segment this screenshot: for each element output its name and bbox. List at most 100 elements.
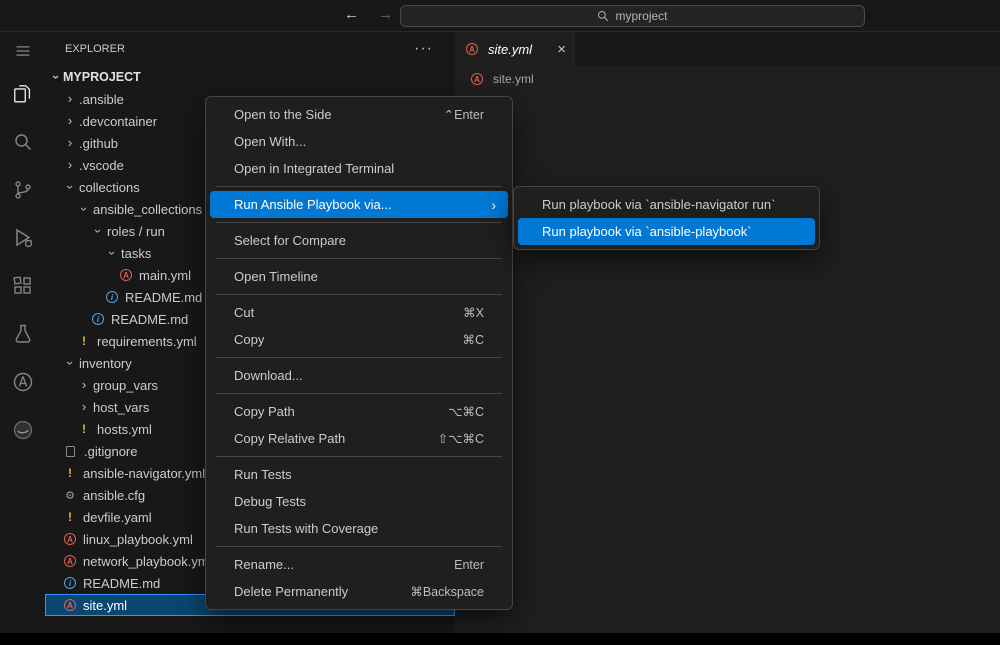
warning-file-icon: !	[77, 334, 91, 348]
ansible-file-icon: A	[120, 269, 132, 281]
info-file-icon: i	[106, 291, 118, 303]
menu-item-open-with[interactable]: Open With...	[210, 128, 508, 155]
tree-item-label: devfile.yaml	[83, 510, 152, 525]
chevron-down-icon: ›	[63, 180, 77, 194]
chevron-right-icon: ›	[77, 378, 91, 392]
menu-item-copy-path[interactable]: Copy Path⌥⌘C	[210, 398, 508, 425]
chevron-right-icon: ›	[63, 136, 77, 150]
tree-item-label: ansible_collections	[93, 202, 202, 217]
menu-item-run-tests-with-coverage[interactable]: Run Tests with Coverage	[210, 515, 508, 542]
activity-search-icon[interactable]	[0, 118, 45, 166]
tab-site-yml[interactable]: A site.yml ×	[455, 32, 575, 66]
tab-label: site.yml	[488, 42, 552, 57]
chevron-down-icon: ›	[49, 70, 63, 84]
menu-item-rename[interactable]: Rename...Enter	[210, 551, 508, 578]
breadcrumb: A site.yml	[455, 66, 1000, 92]
tree-item-label: .github	[79, 136, 118, 151]
menu-item-shortcut: ⌃Enter	[444, 107, 496, 122]
chevron-down-icon: ›	[105, 246, 119, 260]
tree-item-label: hosts.yml	[97, 422, 152, 437]
activity-extensions-icon[interactable]	[0, 262, 45, 310]
menu-item-label: Run Tests	[234, 467, 496, 482]
submenu-item-run-playbook-via-ansible-navigator-run[interactable]: Run playbook via `ansible-navigator run`	[518, 191, 815, 218]
activity-redhat-icon[interactable]	[0, 406, 45, 454]
menu-item-shortcut: ⇧⌥⌘C	[438, 431, 496, 446]
tree-item-label: README.md	[125, 290, 202, 305]
chevron-right-icon: ›	[63, 114, 77, 128]
tree-root-myproject[interactable]: › MYPROJECT	[45, 66, 455, 88]
menu-item-download[interactable]: Download...	[210, 362, 508, 389]
menu-separator	[216, 186, 502, 187]
menu-item-label: Delete Permanently	[234, 584, 410, 599]
menu-separator	[216, 222, 502, 223]
chevron-down-icon: ›	[63, 356, 77, 370]
menu-item-label: Run Ansible Playbook via...	[234, 197, 491, 212]
command-center-search[interactable]: myproject	[400, 5, 865, 27]
menu-item-debug-tests[interactable]: Debug Tests	[210, 488, 508, 515]
back-icon[interactable]: ←	[344, 6, 359, 23]
sidebar-header: EXPLORER ···	[45, 32, 455, 66]
tree-item-label: network_playbook.yml	[83, 554, 212, 569]
close-icon[interactable]: ×	[557, 41, 566, 58]
tree-item-label: inventory	[79, 356, 132, 371]
tree-item-label: ansible.cfg	[83, 488, 145, 503]
menu-item-label: Debug Tests	[234, 494, 496, 509]
menu-item-open-timeline[interactable]: Open Timeline	[210, 263, 508, 290]
submenu-item-run-playbook-via-ansible-playbook[interactable]: Run playbook via `ansible-playbook`	[518, 218, 815, 245]
ansible-file-icon: A	[64, 555, 76, 567]
menu-separator	[216, 456, 502, 457]
editor-area: A site.yml × A site.yml	[455, 32, 1000, 633]
menu-item-label: Rename...	[234, 557, 454, 572]
tree-item-label: .ansible	[79, 92, 124, 107]
info-file-icon: i	[92, 313, 104, 325]
activity-run-debug-icon[interactable]	[0, 214, 45, 262]
menu-item-label: Run Tests with Coverage	[234, 521, 496, 536]
activity-menu-icon[interactable]	[0, 32, 45, 70]
menu-item-label: Copy Path	[234, 404, 448, 419]
chevron-down-icon: ›	[77, 202, 91, 216]
search-text: myproject	[615, 9, 667, 23]
activity-testing-icon[interactable]	[0, 310, 45, 358]
activity-bar	[0, 32, 45, 633]
status-bar	[0, 633, 1000, 645]
context-menu: Open to the Side⌃EnterOpen With... Open i…	[205, 96, 513, 610]
submenu-item-label: Run playbook via `ansible-playbook`	[542, 224, 803, 239]
menu-separator	[216, 546, 502, 547]
menu-item-shortcut: ⌥⌘C	[448, 404, 496, 419]
ansible-file-icon: A	[471, 73, 483, 85]
menu-item-open-in-integrated-terminal[interactable]: Open in Integrated Terminal	[210, 155, 508, 182]
menu-separator	[216, 258, 502, 259]
activity-ansible-extension-icon[interactable]	[0, 358, 45, 406]
menu-separator	[216, 357, 502, 358]
menu-item-shortcut: ⌘Backspace	[410, 584, 496, 599]
tree-item-label: roles / run	[107, 224, 165, 239]
tree-item-label: linux_playbook.yml	[83, 532, 193, 547]
menu-item-label: Copy	[234, 332, 462, 347]
chevron-right-icon: ›	[63, 92, 77, 106]
tree-item-label: README.md	[83, 576, 160, 591]
activity-explorer-icon[interactable]	[0, 70, 45, 118]
menu-item-label: Select for Compare	[234, 233, 496, 248]
submenu-arrow-icon: ›	[491, 197, 496, 213]
menu-item-open-to-the-side[interactable]: Open to the Side⌃Enter	[210, 101, 508, 128]
tree-item-label: .gitignore	[84, 444, 137, 459]
chevron-down-icon: ›	[91, 224, 105, 238]
menu-item-run-ansible-playbook-via[interactable]: Run Ansible Playbook via...›	[210, 191, 508, 218]
menu-item-select-for-compare[interactable]: Select for Compare	[210, 227, 508, 254]
activity-source-control-icon[interactable]	[0, 166, 45, 214]
menu-item-run-tests[interactable]: Run Tests	[210, 461, 508, 488]
menu-item-delete-permanently[interactable]: Delete Permanently⌘Backspace	[210, 578, 508, 605]
menu-item-copy-relative-path[interactable]: Copy Relative Path⇧⌥⌘C	[210, 425, 508, 452]
forward-icon[interactable]: →	[378, 6, 393, 23]
menu-item-shortcut: ⌘X	[463, 305, 496, 320]
submenu: Run playbook via `ansible-navigator run`…	[513, 186, 820, 250]
more-actions-icon[interactable]: ···	[414, 40, 433, 58]
warning-file-icon: !	[63, 510, 77, 524]
menu-separator	[216, 294, 502, 295]
tree-item-label: requirements.yml	[97, 334, 197, 349]
menu-item-cut[interactable]: Cut⌘X	[210, 299, 508, 326]
menu-item-copy[interactable]: Copy⌘C	[210, 326, 508, 353]
menu-item-label: Open in Integrated Terminal	[234, 161, 496, 176]
tab-bar: A site.yml ×	[455, 32, 1000, 66]
breadcrumb-item[interactable]: site.yml	[493, 72, 534, 86]
